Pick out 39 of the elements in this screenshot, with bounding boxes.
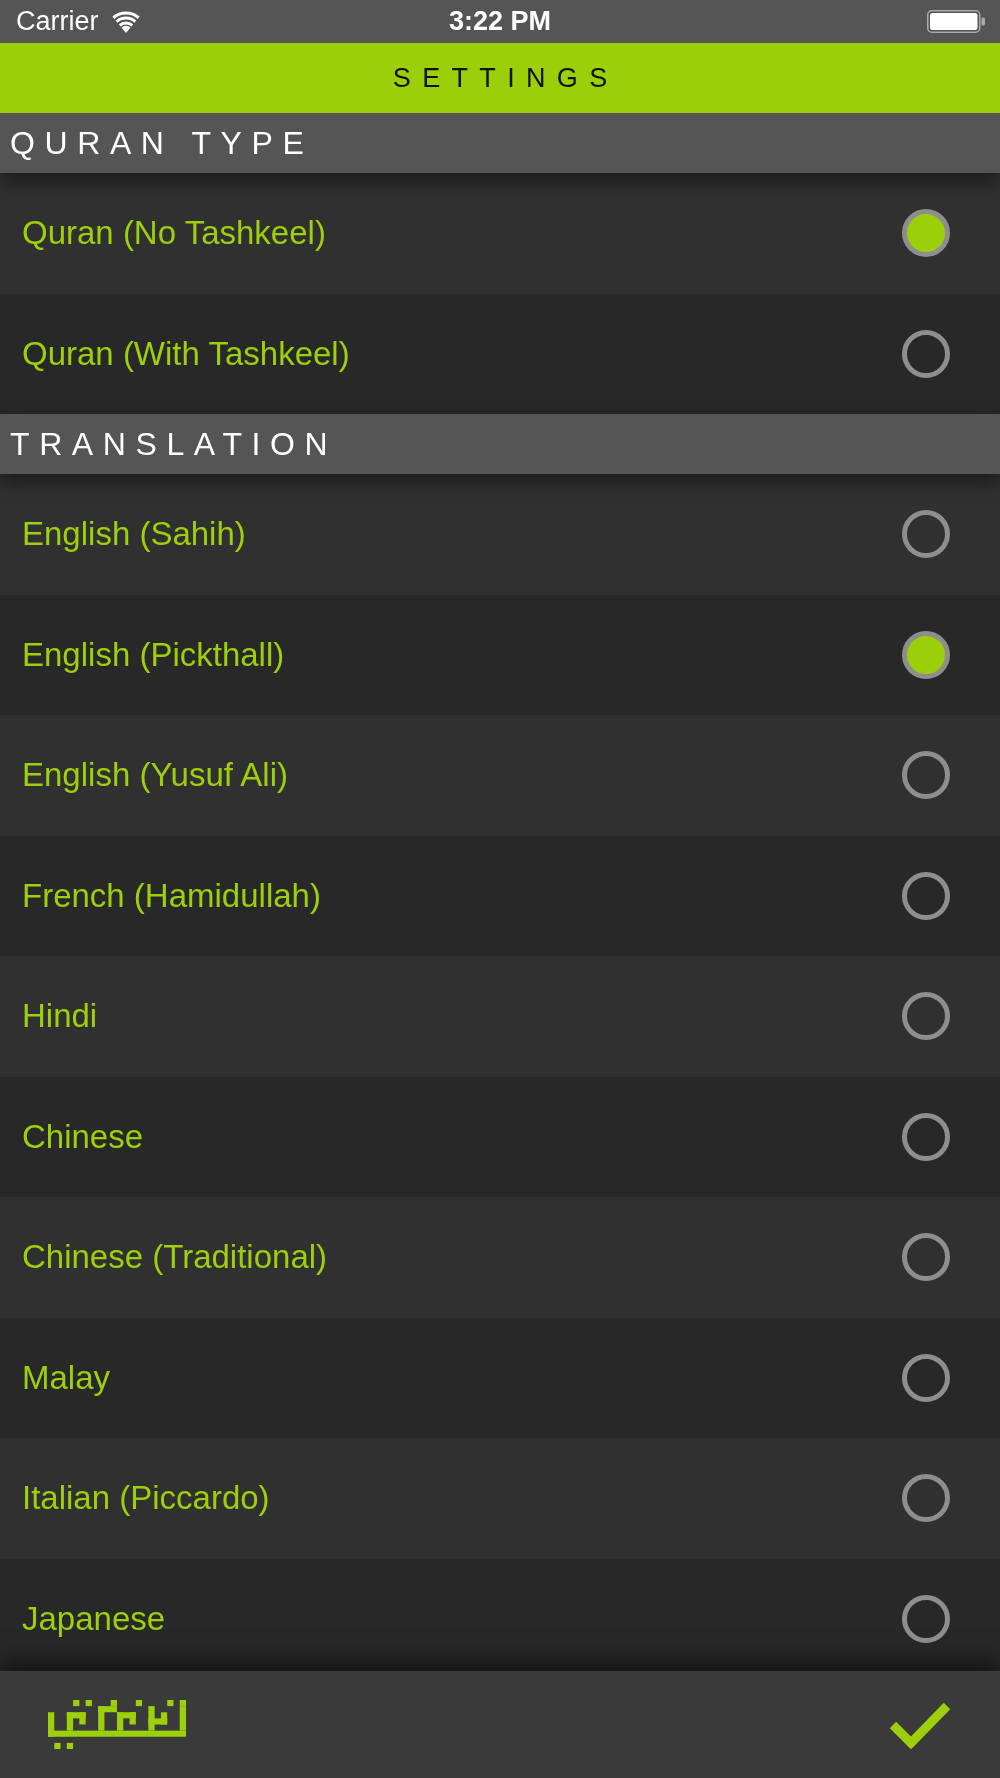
option-row[interactable]: Italian (Piccardo)	[0, 1438, 1000, 1559]
radio-button[interactable]	[902, 1233, 950, 1282]
wifi-icon	[110, 10, 141, 33]
option-row[interactable]: English (Yusuf Ali)	[0, 715, 1000, 836]
option-label: Italian (Piccardo)	[22, 1479, 270, 1518]
radio-button[interactable]	[902, 1474, 950, 1523]
radio-button[interactable]	[902, 751, 950, 800]
option-row[interactable]: English (Sahih)	[0, 474, 1000, 595]
option-label: Quran (No Tashkeel)	[22, 214, 326, 253]
carrier-name: Carrier	[16, 6, 99, 37]
battery-icon	[927, 10, 985, 33]
clock-time: 3:22 PM	[449, 6, 551, 37]
checkmark-icon[interactable]	[888, 1700, 952, 1749]
option-label: Hindi	[22, 997, 98, 1036]
radio-button[interactable]	[902, 871, 950, 920]
screen-title: SETTINGS	[391, 62, 619, 94]
radio-button[interactable]	[902, 1353, 950, 1402]
radio-button[interactable]	[902, 510, 950, 559]
option-row[interactable]: Hindi	[0, 956, 1000, 1077]
option-label: English (Sahih)	[22, 515, 246, 554]
radio-button[interactable]	[902, 329, 950, 378]
option-label: English (Yusuf Ali)	[22, 756, 288, 795]
radio-button[interactable]	[902, 1112, 950, 1161]
option-label: Chinese	[22, 1117, 144, 1156]
kufic-logo-icon	[48, 1700, 186, 1749]
option-label: French (Hamidullah)	[22, 876, 321, 915]
option-label: Chinese (Traditional)	[22, 1238, 328, 1277]
radio-button[interactable]	[902, 992, 950, 1041]
option-label: Japanese	[22, 1599, 166, 1638]
radio-button[interactable]	[902, 209, 950, 258]
radio-button[interactable]	[902, 1594, 950, 1643]
option-label: Malay	[22, 1358, 111, 1397]
option-row[interactable]: Quran (No Tashkeel)	[0, 173, 1000, 294]
radio-button[interactable]	[902, 630, 950, 679]
section-title: TRANSLATION	[10, 425, 338, 463]
option-label: English (Pickthall)	[22, 635, 285, 674]
option-label: Quran (With Tashkeel)	[22, 334, 350, 373]
option-row[interactable]: Chinese (Traditional)	[0, 1197, 1000, 1318]
section-title: QURAN TYPE	[10, 124, 314, 162]
